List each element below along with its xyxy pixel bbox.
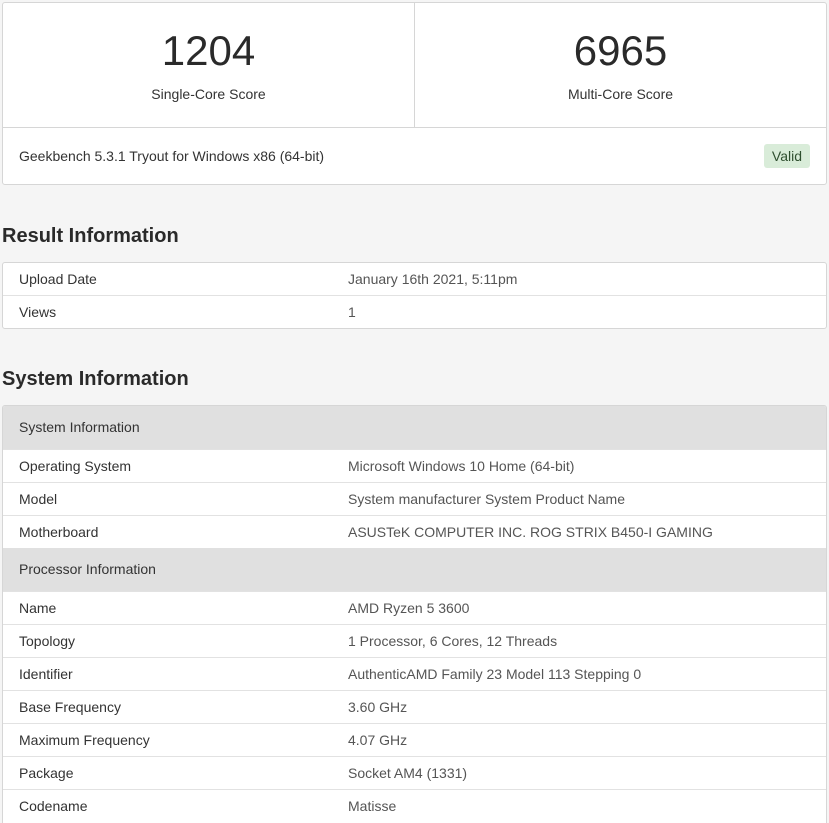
table-row: Motherboard ASUSTeK COMPUTER INC. ROG ST… (3, 515, 826, 548)
benchmark-version: Geekbench 5.3.1 Tryout for Windows x86 (… (19, 148, 325, 164)
status-badge: Valid (763, 144, 810, 168)
scores-row: 1204 Single-Core Score 6965 Multi-Core S… (3, 3, 826, 128)
score-card: 1204 Single-Core Score 6965 Multi-Core S… (2, 2, 827, 185)
row-key: Upload Date (19, 271, 97, 287)
row-value: Socket AM4 (1331) (348, 765, 468, 781)
row-value: 4.07 GHz (348, 732, 408, 748)
table-row: Views 1 (3, 295, 826, 328)
row-key: Package (19, 765, 74, 781)
row-value: January 16th 2021, 5:11pm (348, 271, 518, 287)
table-row: Codename Matisse (3, 789, 826, 822)
row-key: Model (19, 491, 58, 507)
row-value: ASUSTeK COMPUTER INC. ROG STRIX B450-I G… (348, 524, 713, 540)
group-header-processor: Processor Information (3, 548, 826, 591)
result-information-table: Upload Date January 16th 2021, 5:11pm Vi… (2, 262, 827, 329)
single-core-score-value: 1204 (161, 27, 256, 74)
row-value: AMD Ryzen 5 3600 (348, 600, 470, 616)
table-row: Name AMD Ryzen 5 3600 (3, 591, 826, 624)
system-information-table: System Information Operating System Micr… (2, 405, 827, 823)
table-row: Base Frequency 3.60 GHz (3, 690, 826, 723)
row-key: Identifier (19, 666, 73, 682)
single-core-score: 1204 Single-Core Score (3, 3, 414, 127)
row-value: 1 (348, 304, 356, 320)
row-key: Views (19, 304, 57, 320)
table-row: Topology 1 Processor, 6 Cores, 12 Thread… (3, 624, 826, 657)
row-value: System manufacturer System Product Name (348, 491, 625, 507)
row-key: Motherboard (19, 524, 99, 540)
row-key: Name (19, 600, 57, 616)
table-row: Upload Date January 16th 2021, 5:11pm (3, 263, 826, 295)
system-information-title: System Information (2, 368, 189, 390)
row-key: Topology (19, 633, 76, 649)
row-value: AuthenticAMD Family 23 Model 113 Steppin… (348, 666, 642, 682)
version-row: Geekbench 5.3.1 Tryout for Windows x86 (… (3, 128, 826, 184)
table-row: Operating System Microsoft Windows 10 Ho… (3, 449, 826, 482)
group-header-system: System Information (3, 406, 826, 449)
multi-core-score-value: 6965 (573, 27, 668, 74)
row-key: Base Frequency (19, 699, 121, 715)
row-value: 3.60 GHz (348, 699, 408, 715)
single-core-score-label: Single-Core Score (151, 86, 266, 102)
row-key: Maximum Frequency (19, 732, 150, 748)
row-value: Matisse (348, 798, 397, 814)
group-header-label: System Information (19, 419, 140, 435)
table-row: Maximum Frequency 4.07 GHz (3, 723, 826, 756)
geekbench-result-page: 1204 Single-Core Score 6965 Multi-Core S… (0, 0, 829, 823)
multi-core-score-label: Multi-Core Score (567, 86, 674, 102)
table-row: Package Socket AM4 (1331) (3, 756, 826, 789)
group-header-label: Processor Information (19, 561, 156, 577)
row-key: Operating System (19, 458, 132, 474)
row-value: 1 Processor, 6 Cores, 12 Threads (348, 633, 558, 649)
row-key: Codename (19, 798, 88, 814)
multi-core-score: 6965 Multi-Core Score (414, 3, 826, 127)
table-row: Identifier AuthenticAMD Family 23 Model … (3, 657, 826, 690)
table-row: Model System manufacturer System Product… (3, 482, 826, 515)
result-information-title: Result Information (2, 225, 179, 247)
row-value: Microsoft Windows 10 Home (64-bit) (348, 458, 575, 474)
